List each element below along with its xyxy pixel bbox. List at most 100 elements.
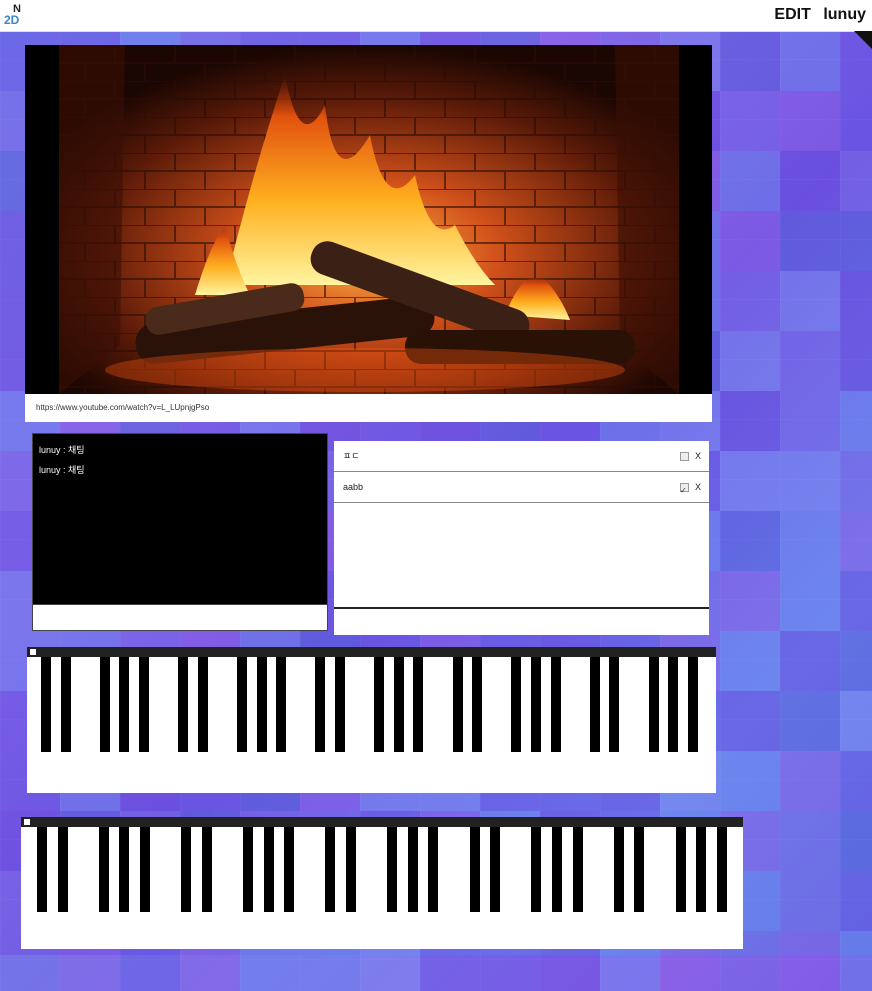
background-tile — [720, 31, 780, 91]
background-tile — [720, 691, 780, 751]
piano-black-key[interactable] — [325, 827, 336, 912]
todo-item-checkbox[interactable] — [680, 476, 689, 506]
background-tile — [840, 451, 872, 511]
background-tile — [720, 91, 780, 151]
piano-black-key[interactable] — [315, 657, 326, 752]
piano-black-key[interactable] — [181, 827, 192, 912]
piano-black-key[interactable] — [696, 827, 707, 912]
background-tile — [780, 211, 840, 271]
background-tile — [780, 691, 840, 751]
piano-black-key[interactable] — [572, 827, 583, 912]
chat-message: lunuy : 채팅 — [39, 465, 85, 475]
piano-black-key[interactable] — [613, 827, 624, 912]
background-tile — [780, 811, 840, 871]
piano-black-key[interactable] — [490, 827, 501, 912]
piano-toggle-checkbox[interactable] — [24, 819, 30, 825]
piano-black-key[interactable] — [284, 827, 295, 912]
background-tile — [780, 91, 840, 151]
piano-black-key[interactable] — [413, 657, 424, 752]
piano-black-key[interactable] — [668, 657, 679, 752]
background-tile — [840, 151, 872, 211]
piano-keys[interactable] — [21, 827, 743, 949]
background-tile — [840, 331, 872, 391]
video-url: https://www.youtube.com/watch?v=L_LUpnjg… — [25, 394, 712, 422]
piano-black-key[interactable] — [511, 657, 522, 752]
background-tile — [720, 211, 780, 271]
piano-black-key[interactable] — [178, 657, 189, 752]
background-tile — [780, 151, 840, 211]
edit-button[interactable]: EDIT — [774, 6, 810, 23]
todo-input[interactable] — [334, 607, 709, 635]
todo-item: aabb X — [334, 472, 709, 506]
piano-keys[interactable] — [27, 657, 716, 793]
piano-black-key[interactable] — [119, 827, 130, 912]
background-tile — [720, 271, 780, 331]
piano-drag-bar[interactable] — [21, 817, 743, 827]
n2d-logo[interactable]: N 2D — [4, 3, 24, 27]
background-tile — [720, 331, 780, 391]
background-tile — [840, 511, 872, 571]
piano-toggle-checkbox[interactable] — [30, 649, 36, 655]
youtube-widget[interactable]: https://www.youtube.com/watch?v=L_LUpnjg… — [25, 45, 712, 422]
piano-black-key[interactable] — [37, 827, 47, 912]
piano-black-key[interactable] — [139, 657, 149, 752]
piano-black-key[interactable] — [119, 657, 130, 752]
chat-input[interactable] — [33, 604, 327, 630]
todo-item-checkbox[interactable] — [680, 452, 689, 461]
piano-black-key[interactable] — [648, 657, 659, 752]
chat-messages: lunuy : 채팅 lunuy : 채팅 — [33, 434, 327, 492]
piano-black-key[interactable] — [393, 657, 404, 752]
background-tile — [840, 751, 872, 811]
piano-black-key[interactable] — [256, 657, 267, 752]
username-label[interactable]: lunuy — [823, 6, 866, 23]
piano-black-key[interactable] — [550, 657, 561, 752]
piano-black-key[interactable] — [687, 657, 698, 752]
piano-black-key[interactable] — [98, 827, 109, 912]
piano-black-key[interactable] — [41, 657, 51, 752]
piano-drag-bar[interactable] — [27, 647, 716, 657]
background-tile — [720, 631, 780, 691]
piano-black-key[interactable] — [387, 827, 398, 912]
piano-black-key[interactable] — [201, 827, 212, 912]
todo-item-delete-button[interactable]: X — [695, 472, 701, 502]
todo-item: ㅍㄷ X — [334, 441, 709, 472]
piano-black-key[interactable] — [346, 827, 356, 912]
piano-black-key[interactable] — [140, 827, 150, 912]
background-tile — [780, 331, 840, 391]
background-tile — [840, 631, 872, 691]
piano-black-key[interactable] — [243, 827, 253, 912]
todo-item-delete-button[interactable]: X — [695, 441, 701, 471]
piano-black-key[interactable] — [716, 827, 727, 912]
piano-black-key[interactable] — [634, 827, 645, 912]
piano-black-key[interactable] — [276, 657, 287, 752]
piano-black-key[interactable] — [589, 657, 600, 752]
piano-black-key[interactable] — [60, 657, 71, 752]
piano-black-key[interactable] — [99, 657, 110, 752]
piano-black-key[interactable] — [531, 827, 542, 912]
piano-black-key[interactable] — [552, 827, 562, 912]
fireplace-video-frame — [25, 45, 712, 394]
piano-black-key[interactable] — [197, 657, 208, 752]
piano-black-key[interactable] — [237, 657, 247, 752]
background-tile — [780, 511, 840, 571]
piano-black-key[interactable] — [472, 657, 483, 752]
todo-item-text: ㅍㄷ — [343, 451, 360, 461]
corner-triangle — [854, 31, 872, 49]
piano-black-key[interactable] — [675, 827, 686, 912]
piano-black-key[interactable] — [335, 657, 345, 752]
background-tile — [720, 511, 780, 571]
piano-black-key[interactable] — [531, 657, 541, 752]
piano-black-key[interactable] — [263, 827, 274, 912]
piano-black-key[interactable] — [609, 657, 620, 752]
piano-black-key[interactable] — [374, 657, 385, 752]
piano-black-key[interactable] — [469, 827, 480, 912]
video-player[interactable] — [25, 45, 712, 394]
piano-black-key[interactable] — [428, 827, 439, 912]
background-tile — [840, 811, 872, 871]
background-tile — [840, 871, 872, 931]
piano-black-key[interactable] — [407, 827, 418, 912]
background-tile — [840, 91, 872, 151]
piano-black-key[interactable] — [452, 657, 463, 752]
background-tile — [840, 571, 872, 631]
piano-black-key[interactable] — [57, 827, 68, 912]
